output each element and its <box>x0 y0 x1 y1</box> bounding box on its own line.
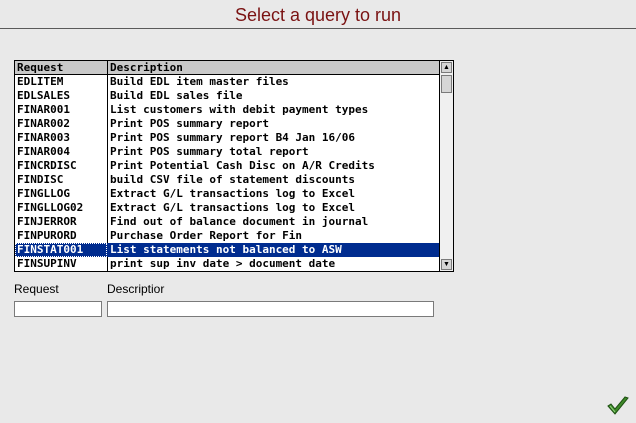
request-cell: FINPURORD <box>17 229 77 242</box>
table-row[interactable]: FINCRDISC Print Potential Cash Disc on A/… <box>15 159 439 173</box>
title-divider <box>0 28 636 29</box>
description-label: Descriptior <box>107 282 165 296</box>
description-cell: Print POS summary report B4 Jan 16/06 <box>110 131 356 144</box>
description-cell: build CSV file of statement discounts <box>110 173 356 186</box>
request-field[interactable] <box>14 301 102 317</box>
scrollbar-thumb[interactable] <box>441 75 452 93</box>
request-cell: FINJERROR <box>17 215 77 228</box>
column-header-description[interactable]: Description <box>110 61 183 74</box>
table-row[interactable]: FINPURORD Purchase Order Report for Fin <box>15 229 439 243</box>
table-row[interactable]: FINGLLOG02 Extract G/L transactions log t… <box>15 201 439 215</box>
request-cell: FINCRDISC <box>17 159 77 172</box>
query-grid[interactable]: Request Description EDLITEM Build EDL ite… <box>14 60 454 272</box>
arrow-up-icon[interactable]: ▲ <box>441 62 452 73</box>
description-cell: Extract G/L transactions log to Excel <box>110 187 356 200</box>
table-row[interactable]: FINDISC build CSV file of statement disco… <box>15 173 439 187</box>
table-row[interactable]: FINAR002 Print POS summary report <box>15 117 439 131</box>
request-cell: FINAR002 <box>17 117 70 130</box>
request-cell: FINGLLOG02 <box>17 201 84 214</box>
request-cell: FINAR004 <box>17 145 70 158</box>
table-row[interactable]: FINJERROR Find out of balance document in… <box>15 215 439 229</box>
table-row[interactable]: FINGLLOG Extract G/L transactions log to … <box>15 187 439 201</box>
request-cell: EDLITEM <box>17 75 64 88</box>
description-cell: List customers with debit payment types <box>110 103 369 116</box>
request-cell: FINAR001 <box>17 103 70 116</box>
description-field[interactable] <box>107 301 434 317</box>
arrow-down-icon[interactable]: ▼ <box>441 259 452 270</box>
request-label: Request <box>14 282 59 296</box>
description-cell: Print POS summary total report <box>110 145 309 158</box>
grid-header: Request Description <box>15 61 439 75</box>
checkmark-icon[interactable] <box>606 394 630 418</box>
table-row[interactable]: EDLSALES Build EDL sales file <box>15 89 439 103</box>
request-cell: FINGLLOG <box>17 187 70 200</box>
column-divider <box>107 61 108 74</box>
request-cell: FINDISC <box>17 173 64 186</box>
table-row[interactable]: FINSTAT001 List statements not balanced t… <box>15 243 439 257</box>
table-row[interactable]: FINSUPINV print sup inv date > document d… <box>15 257 439 271</box>
column-header-request[interactable]: Request <box>17 61 63 74</box>
description-cell: Print POS summary report <box>110 117 269 130</box>
page-title: Select a query to run <box>234 5 402 25</box>
grid-rows: EDLITEM Build EDL item master files EDLSAL… <box>15 75 439 271</box>
request-cell: FINSTAT001 <box>15 243 107 257</box>
description-cell: Print Potential Cash Disc on A/R Credits <box>110 159 375 172</box>
description-cell: print sup inv date > document date <box>110 257 336 270</box>
vertical-scrollbar[interactable]: ▲ ▼ <box>439 61 453 271</box>
table-row[interactable]: FINAR001 List customers with debit paymen… <box>15 103 439 117</box>
description-cell: Find out of balance document in journal <box>110 215 369 228</box>
description-cell: List statements not balanced to ASW <box>110 243 342 256</box>
request-cell: FINAR003 <box>17 131 70 144</box>
description-cell: Build EDL sales file <box>110 89 243 102</box>
table-row[interactable]: EDLITEM Build EDL item master files <box>15 75 439 89</box>
table-row[interactable]: FINAR004 Print POS summary total report <box>15 145 439 159</box>
description-cell: Build EDL item master files <box>110 75 289 88</box>
request-cell: FINSUPINV <box>17 257 77 270</box>
table-row[interactable]: FINAR003 Print POS summary report B4 Jan … <box>15 131 439 145</box>
description-cell: Extract G/L transactions log to Excel <box>110 201 356 214</box>
description-cell: Purchase Order Report for Fin <box>110 229 303 242</box>
request-cell: EDLSALES <box>17 89 70 102</box>
